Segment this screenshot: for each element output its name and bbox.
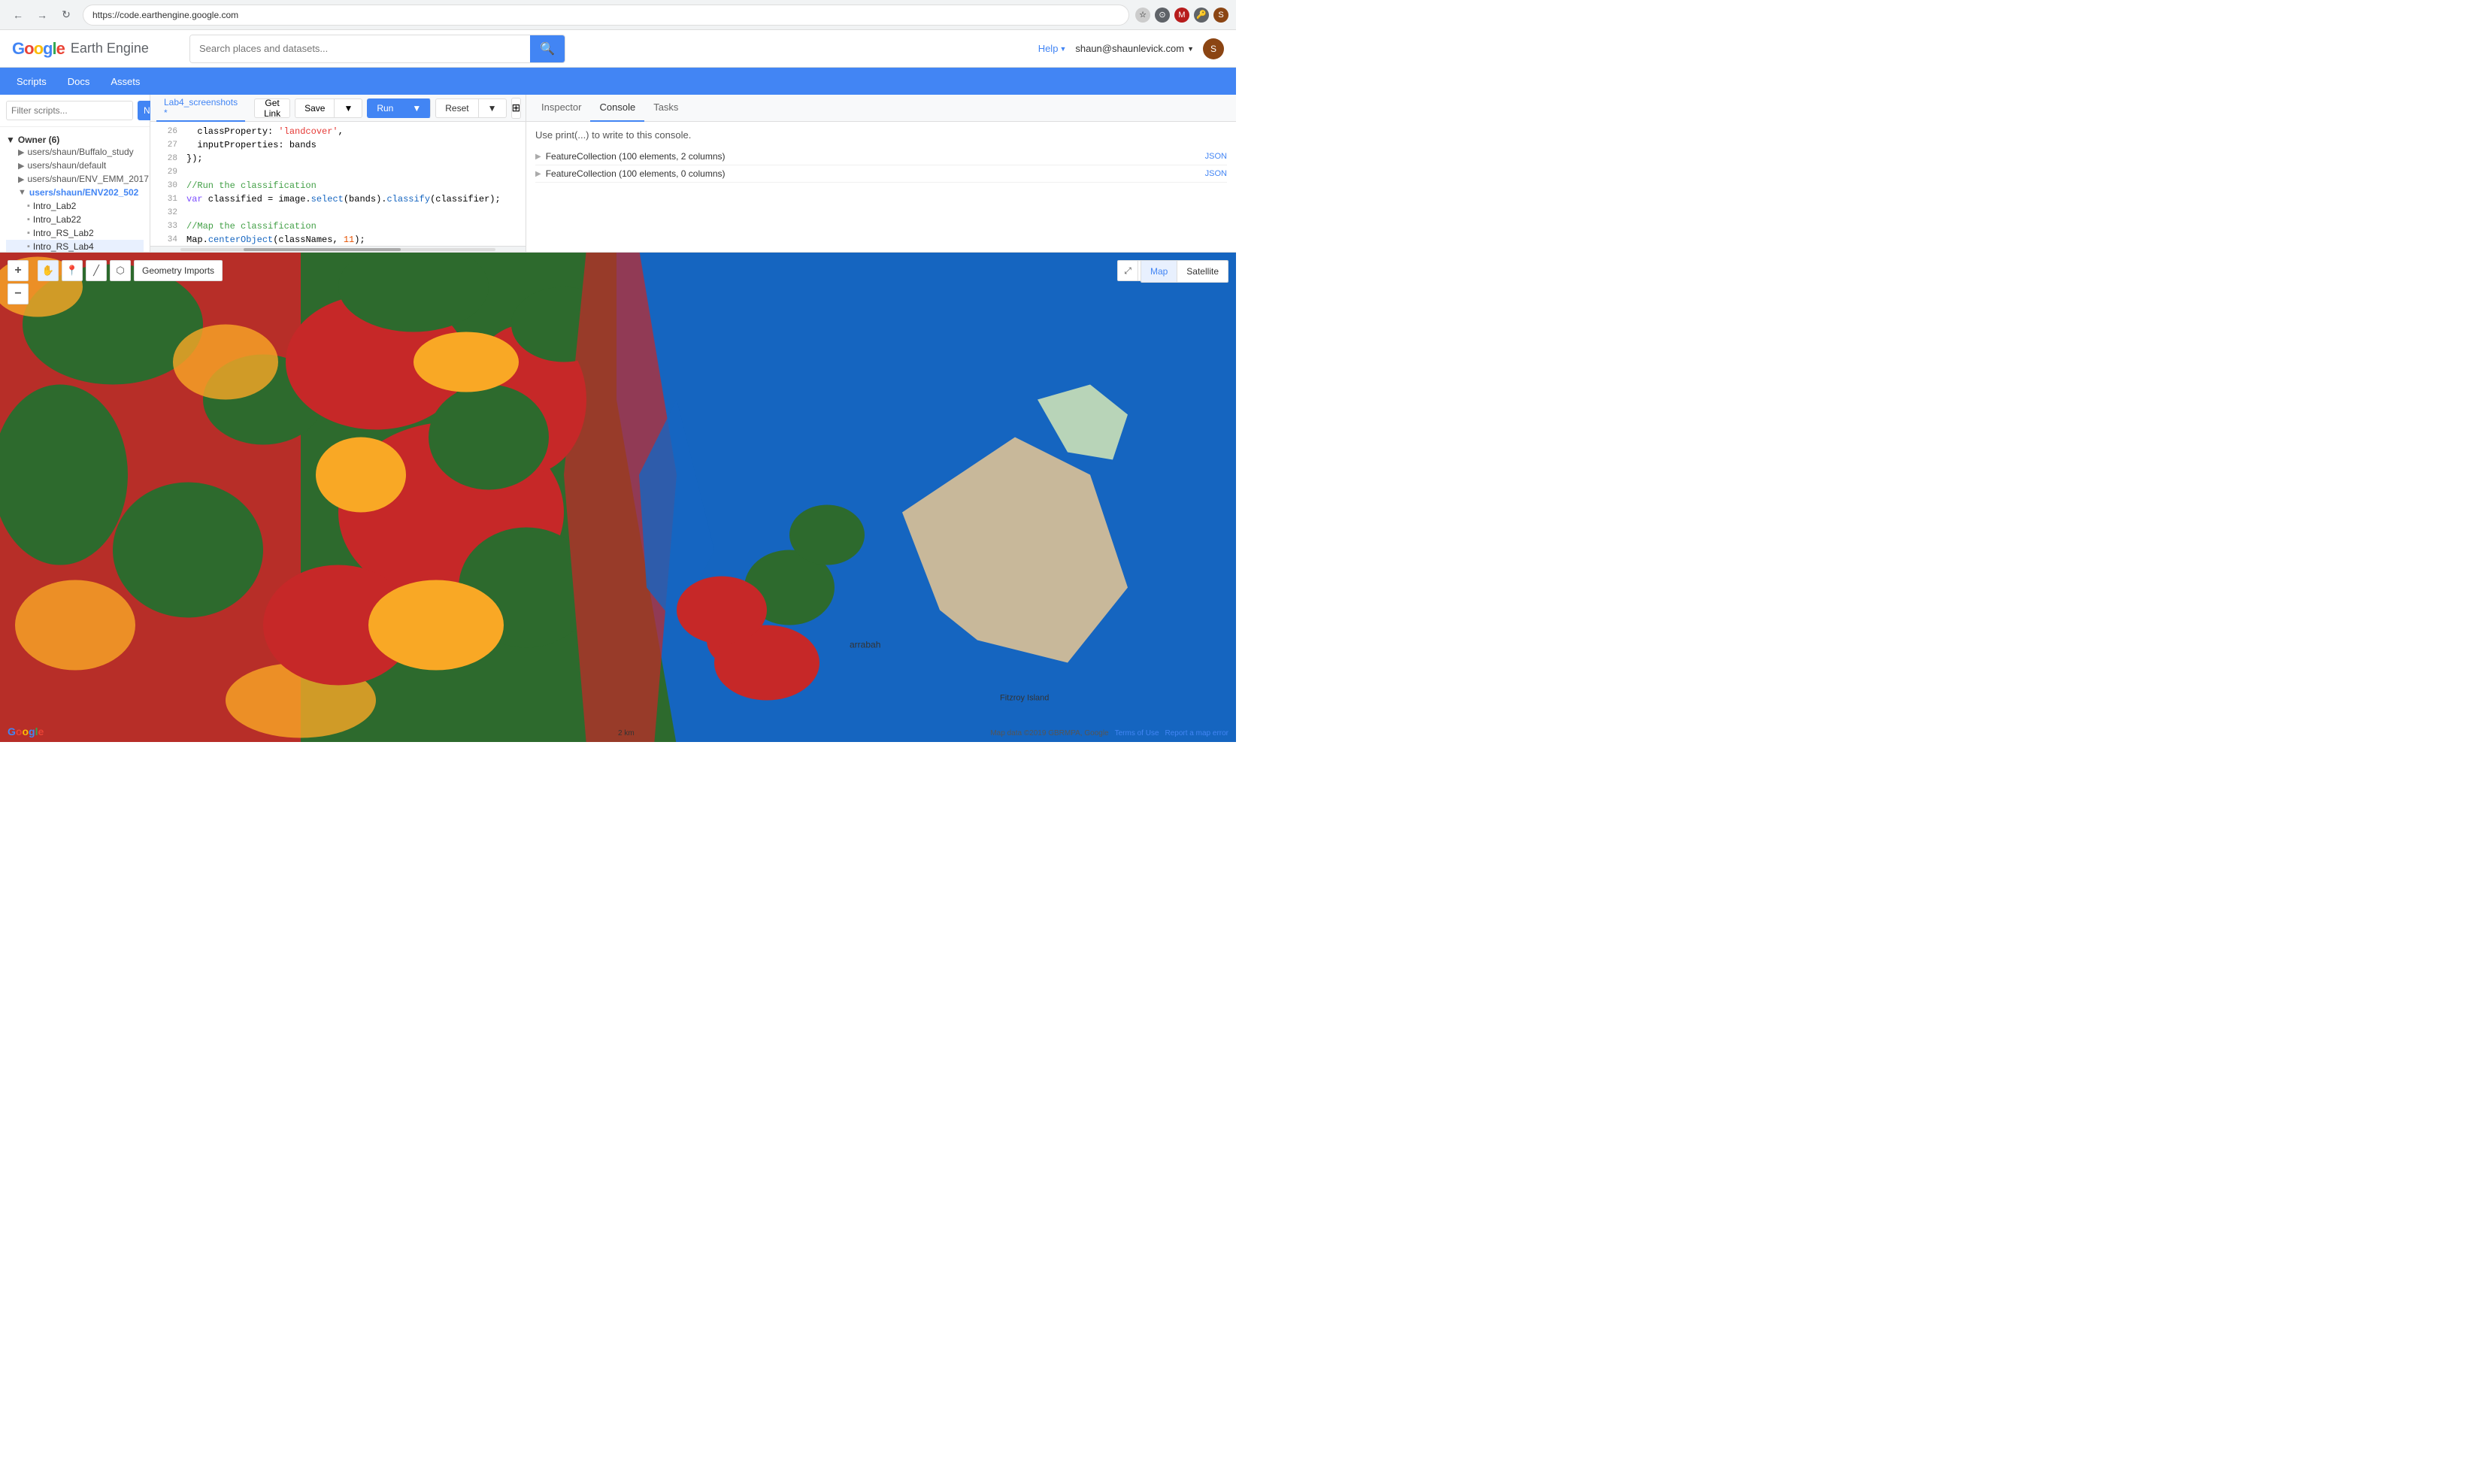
tree-user-default[interactable]: ▶ users/shaun/default: [6, 159, 144, 172]
tree-file-0[interactable]: ▪ Intro_Lab2: [6, 199, 144, 213]
code-editor-panel: Lab4_screenshots * Get Link Save ▼ Run ▼…: [150, 95, 526, 252]
tree-file-3[interactable]: ▪ Intro_RS_Lab4: [6, 240, 144, 252]
tree-user-env-emm[interactable]: ▶ users/shaun/ENV_EMM_2017: [6, 172, 144, 186]
code-line-28: 28 });: [150, 152, 526, 165]
filter-input[interactable]: [6, 101, 133, 120]
reset-dropdown-button[interactable]: ▼: [478, 98, 507, 118]
code-line-30: 30 //Run the classification: [150, 179, 526, 192]
code-toolbar: Lab4_screenshots * Get Link Save ▼ Run ▼…: [150, 95, 526, 122]
google-logo-map: Google: [8, 725, 44, 737]
url-bar[interactable]: https://code.earthengine.google.com: [83, 5, 1129, 26]
fullscreen-button[interactable]: ⤢: [1117, 260, 1138, 281]
satellite-btn[interactable]: Satellite: [1177, 261, 1228, 282]
console-item-1[interactable]: ▶ FeatureCollection (100 elements, 0 col…: [535, 165, 1227, 183]
extension-icon[interactable]: M: [1174, 8, 1189, 23]
run-group: Run ▼: [367, 98, 431, 118]
google-logo: Google: [12, 39, 65, 59]
code-line-29: 29: [150, 165, 526, 179]
console-item-0[interactable]: ▶ FeatureCollection (100 elements, 2 col…: [535, 148, 1227, 165]
console-panel: Inspector Console Tasks Use print(...) t…: [526, 95, 1236, 252]
code-editor[interactable]: 26 classProperty: 'landcover', 27 inputP…: [150, 122, 526, 246]
code-tab-active[interactable]: Lab4_screenshots *: [156, 95, 245, 122]
panels-row: NEW ▼ ▼ Owner (6) ▶ users/shaun/Buffalo_…: [0, 95, 1236, 253]
horizontal-scrollbar[interactable]: [150, 246, 526, 252]
code-line-26: 26 classProperty: 'landcover',: [150, 125, 526, 138]
password-icon[interactable]: 🔑: [1194, 8, 1209, 23]
map-container[interactable]: arrabah Fitzroy Island + − ✋ 📍 ╱ ⬡ Geome…: [0, 253, 1236, 742]
star-icon[interactable]: ☆: [1135, 8, 1150, 23]
app-header: Google Earth Engine 🔍 Help ▼ shaun@shaun…: [0, 30, 1236, 68]
grid-view-button[interactable]: ⊞: [511, 98, 522, 119]
hand-tool-button[interactable]: ✋: [38, 260, 59, 281]
map-type-buttons: Map Satellite: [1141, 260, 1228, 283]
url-text: https://code.earthengine.google.com: [92, 10, 238, 20]
reset-button[interactable]: Reset: [435, 98, 477, 118]
scripts-panel: NEW ▼ ▼ Owner (6) ▶ users/shaun/Buffalo_…: [0, 95, 150, 252]
logo-area: Google Earth Engine: [12, 39, 177, 59]
history-icon[interactable]: ⊙: [1155, 8, 1170, 23]
tree-file-1[interactable]: ▪ Intro_Lab22: [6, 213, 144, 226]
save-group: Save ▼: [295, 98, 362, 118]
console-content: Use print(...) to write to this console.…: [526, 122, 1236, 252]
back-button[interactable]: ←: [8, 5, 29, 26]
report-link[interactable]: Report a map error: [1165, 729, 1228, 737]
polygon-tool-button[interactable]: ⬡: [110, 260, 131, 281]
search-button[interactable]: 🔍: [530, 35, 565, 62]
code-line-27: 27 inputProperties: bands: [150, 138, 526, 152]
filter-area: NEW ▼: [0, 95, 150, 127]
code-line-31: 31 var classified = image.select(bands).…: [150, 192, 526, 206]
code-line-33: 33 //Map the classification: [150, 220, 526, 233]
avatar[interactable]: S: [1203, 38, 1224, 59]
reload-button[interactable]: ↻: [56, 5, 77, 26]
tab-docs[interactable]: Docs: [57, 68, 101, 95]
help-button[interactable]: Help ▼: [1038, 43, 1067, 54]
svg-text:arrabah: arrabah: [850, 640, 880, 650]
run-button[interactable]: Run: [367, 98, 402, 118]
geometry-imports-button[interactable]: Geometry Imports: [134, 260, 223, 281]
console-tabs: Inspector Console Tasks: [526, 95, 1236, 122]
code-line-32: 32: [150, 206, 526, 220]
tree-file-2[interactable]: ▪ Intro_RS_Lab2: [6, 226, 144, 240]
zoom-in-button[interactable]: +: [8, 260, 29, 281]
map-attribution: Map data ©2019 GBRMPA, Google Terms of U…: [990, 729, 1228, 737]
forward-button[interactable]: →: [32, 5, 53, 26]
map-btn[interactable]: Map: [1141, 261, 1177, 282]
tree-user-env202[interactable]: ▼ users/shaun/ENV202_502: [6, 186, 144, 199]
tree-user-buffalo[interactable]: ▶ users/shaun/Buffalo_study: [6, 145, 144, 159]
browser-actions: ☆ ⊙ M 🔑 S: [1135, 8, 1228, 23]
reset-group: Reset ▼: [435, 98, 506, 118]
save-dropdown-button[interactable]: ▼: [334, 98, 362, 118]
run-dropdown-button[interactable]: ▼: [402, 98, 431, 118]
app-title: Earth Engine: [71, 41, 149, 56]
terms-link[interactable]: Terms of Use: [1115, 729, 1159, 737]
console-hint: Use print(...) to write to this console.: [535, 129, 1227, 141]
line-tool-button[interactable]: ╱: [86, 260, 107, 281]
nav-buttons: ← → ↻: [8, 5, 77, 26]
nav-tabs: Scripts Docs Assets: [0, 68, 1236, 95]
tab-scripts[interactable]: Scripts: [6, 68, 57, 95]
tab-inspector[interactable]: Inspector: [532, 95, 590, 122]
get-link-button[interactable]: Get Link: [254, 98, 290, 118]
user-profile-icon[interactable]: S: [1213, 8, 1228, 23]
zoom-out-button[interactable]: −: [8, 283, 29, 304]
point-tool-button[interactable]: 📍: [62, 260, 83, 281]
search-input[interactable]: [190, 35, 530, 62]
search-bar[interactable]: 🔍: [189, 35, 565, 63]
code-line-34: 34 Map.centerObject(classNames, 11);: [150, 233, 526, 246]
save-button[interactable]: Save: [295, 98, 334, 118]
map-controls: + −: [8, 260, 29, 304]
map-canvas: arrabah Fitzroy Island: [0, 253, 1236, 742]
map-scale: 2 km: [618, 729, 635, 737]
tab-tasks[interactable]: Tasks: [644, 95, 687, 122]
user-menu[interactable]: shaun@shaunlevick.com ▼: [1075, 43, 1194, 54]
browser-bar: ← → ↻ https://code.earthengine.google.co…: [0, 0, 1236, 30]
tab-assets[interactable]: Assets: [100, 68, 150, 95]
svg-text:Fitzroy Island: Fitzroy Island: [1000, 694, 1049, 703]
script-tree: ▼ Owner (6) ▶ users/shaun/Buffalo_study …: [0, 127, 150, 252]
header-right: Help ▼ shaun@shaunlevick.com ▼ S: [1038, 38, 1224, 59]
map-toolbar: ✋ 📍 ╱ ⬡ Geometry Imports: [38, 260, 223, 281]
tree-owner[interactable]: ▼ Owner (6): [6, 135, 144, 145]
tab-console[interactable]: Console: [590, 95, 644, 122]
